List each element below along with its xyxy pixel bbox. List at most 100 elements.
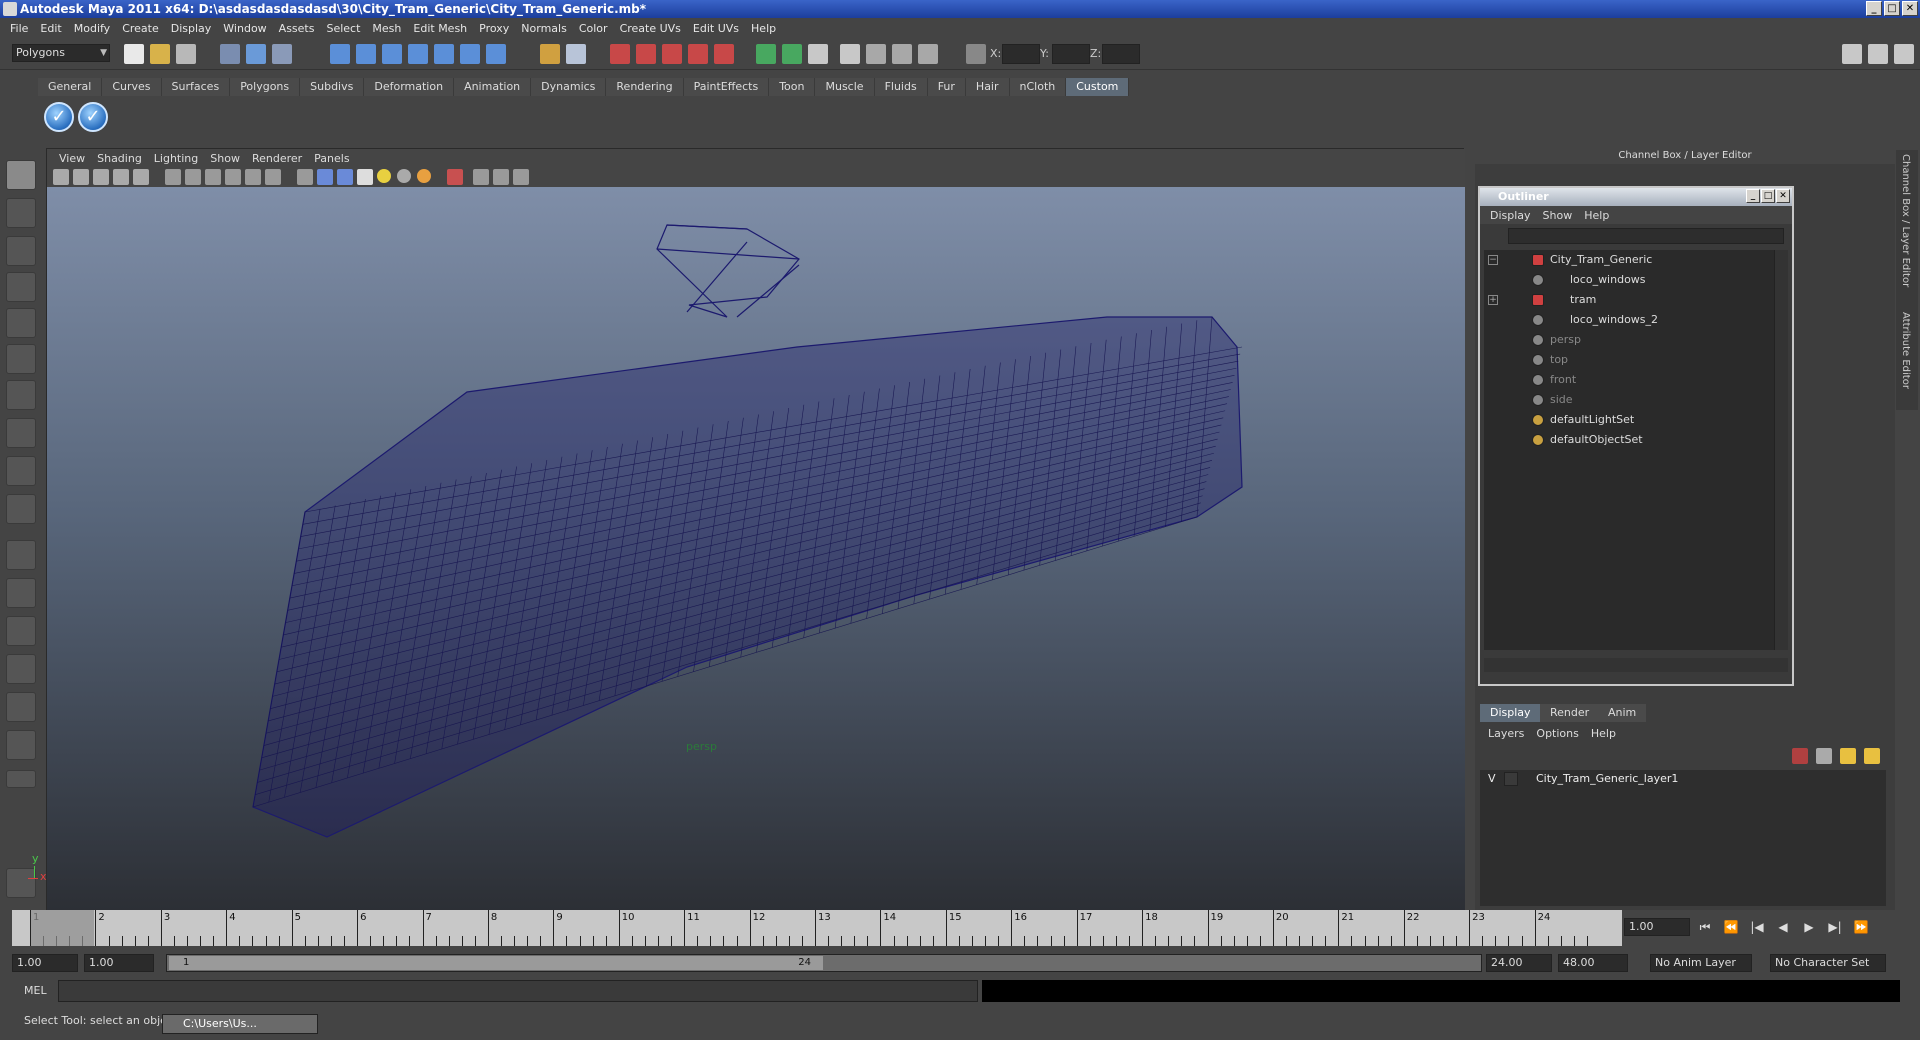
layer-stack-icon[interactable] xyxy=(1816,748,1832,764)
character-set-select[interactable]: No Character Set xyxy=(1770,954,1886,972)
menu-edit-uvs[interactable]: Edit UVs xyxy=(687,22,745,35)
outliner-item[interactable]: top xyxy=(1484,350,1774,370)
viewport-menu-shading[interactable]: Shading xyxy=(91,152,148,165)
bookmark-icon[interactable] xyxy=(93,169,109,185)
playback-start-field[interactable]: 1.00 xyxy=(84,954,154,972)
default-light-icon[interactable] xyxy=(377,169,391,183)
camera-select-icon[interactable] xyxy=(53,169,69,185)
open-scene-icon[interactable] xyxy=(150,44,170,64)
menu-create[interactable]: Create xyxy=(116,22,165,35)
camera-attr-icon[interactable] xyxy=(73,169,89,185)
shaded-cube-icon[interactable] xyxy=(317,169,333,185)
image-plane-icon[interactable] xyxy=(113,169,129,185)
tab-dynamics[interactable]: Dynamics xyxy=(531,78,607,96)
snap-surface-icon[interactable] xyxy=(434,44,454,64)
outliner-item[interactable]: front xyxy=(1484,370,1774,390)
mel-label[interactable]: MEL xyxy=(24,984,47,997)
add-to-layer-icon[interactable] xyxy=(1864,748,1880,764)
menu-normals[interactable]: Normals xyxy=(515,22,573,35)
outliner-layout-icon[interactable] xyxy=(6,616,36,646)
xray-icon[interactable] xyxy=(225,169,241,185)
tab-muscle[interactable]: Muscle xyxy=(815,78,875,96)
layer-row[interactable]: V City_Tram_Generic_layer1 xyxy=(1480,770,1886,788)
range-slider[interactable]: 1 24 xyxy=(166,954,1482,972)
share-icon[interactable] xyxy=(513,169,529,185)
lasso-tool-icon[interactable] xyxy=(6,198,36,228)
menu-assets[interactable]: Assets xyxy=(273,22,321,35)
camera-icon[interactable] xyxy=(840,44,860,64)
manipulator-tool-icon[interactable] xyxy=(6,380,36,410)
outliner-close-button[interactable]: ✕ xyxy=(1776,189,1790,203)
menu-proxy[interactable]: Proxy xyxy=(473,22,515,35)
outliner-item[interactable]: side xyxy=(1484,390,1774,410)
tab-attribute-editor[interactable]: Attribute Editor xyxy=(1900,312,1911,389)
wireframe-icon[interactable] xyxy=(165,169,181,185)
outliner-item[interactable]: loco_windows_2 xyxy=(1484,310,1774,330)
snap-curve-icon[interactable] xyxy=(356,44,376,64)
outliner-item[interactable]: − City_Tram_Generic xyxy=(1484,250,1774,270)
minimize-button[interactable]: _ xyxy=(1866,1,1882,16)
mel-input[interactable] xyxy=(58,980,978,1002)
maximize-button[interactable]: □ xyxy=(1884,1,1900,16)
tab-anim[interactable]: Anim xyxy=(1598,704,1647,722)
outliner-item[interactable]: loco_windows xyxy=(1484,270,1774,290)
tab-custom[interactable]: Custom xyxy=(1066,78,1130,96)
tool-settings-toggle-icon[interactable] xyxy=(1868,44,1888,64)
expand-icon[interactable]: + xyxy=(1488,295,1498,305)
menu-set-select[interactable]: Polygons ▼ xyxy=(12,44,110,62)
time-slider[interactable]: 123456789101112131415161718192021222324 xyxy=(12,910,1622,946)
wire-on-shaded-icon[interactable] xyxy=(205,169,221,185)
check-icon[interactable]: ✓ xyxy=(78,102,108,132)
outliner-item[interactable]: defaultObjectSet xyxy=(1484,430,1774,450)
render-icon[interactable] xyxy=(610,44,630,64)
tab-ncloth[interactable]: nCloth xyxy=(1009,78,1067,96)
end-time-field[interactable]: 48.00 xyxy=(1558,954,1628,972)
close-button[interactable]: ✕ xyxy=(1902,1,1918,16)
tab-animation[interactable]: Animation xyxy=(454,78,532,96)
menu-select[interactable]: Select xyxy=(320,22,366,35)
tab-surfaces[interactable]: Surfaces xyxy=(161,78,231,96)
tab-curves[interactable]: Curves xyxy=(102,78,162,96)
viewport-menu-panels[interactable]: Panels xyxy=(308,152,355,165)
display-mode-icon[interactable] xyxy=(866,44,886,64)
range-slider-handle[interactable]: 1 24 xyxy=(169,956,823,970)
outliner-menu-show[interactable]: Show xyxy=(1537,209,1579,222)
hypershade-icon[interactable] xyxy=(688,44,708,64)
smooth-shade-icon[interactable] xyxy=(185,169,201,185)
layer-visibility-toggle[interactable]: V xyxy=(1488,770,1496,788)
playback-end-field[interactable]: 24.00 xyxy=(1486,954,1552,972)
outliner-minimize-button[interactable]: _ xyxy=(1746,189,1760,203)
go-to-end-button[interactable]: ⏩ xyxy=(1850,918,1872,936)
snap-grid-icon[interactable] xyxy=(330,44,350,64)
outliner-menu-help[interactable]: Help xyxy=(1578,209,1615,222)
persp-graph-layout-icon[interactable] xyxy=(6,730,36,760)
current-time-marker[interactable] xyxy=(31,910,95,946)
rotate-tool-icon[interactable] xyxy=(6,308,36,338)
checker-icon[interactable] xyxy=(357,169,373,185)
move-tool-icon[interactable] xyxy=(6,272,36,302)
tab-rendering[interactable]: Rendering xyxy=(606,78,684,96)
output-ops-icon[interactable] xyxy=(782,44,802,64)
viewport-menu-show[interactable]: Show xyxy=(204,152,246,165)
last-tool-icon[interactable] xyxy=(6,456,36,486)
textured-cube-icon[interactable] xyxy=(337,169,353,185)
outliner-item[interactable]: defaultLightSet xyxy=(1484,410,1774,430)
play-backward-button[interactable]: ◀ xyxy=(1772,918,1794,936)
menu-window[interactable]: Window xyxy=(217,22,272,35)
tab-hair[interactable]: Hair xyxy=(965,78,1010,96)
select-object-icon[interactable] xyxy=(246,44,266,64)
menu-display[interactable]: Display xyxy=(165,22,218,35)
clipboard-icon[interactable] xyxy=(808,44,828,64)
create-layer-icon[interactable] xyxy=(1840,748,1856,764)
step-forward-frame-button[interactable]: ▶| xyxy=(1824,918,1846,936)
outliner-filter-input[interactable] xyxy=(1508,228,1784,244)
snap-point-icon[interactable] xyxy=(382,44,402,64)
menu-edit-mesh[interactable]: Edit Mesh xyxy=(407,22,473,35)
menu-edit[interactable]: Edit xyxy=(34,22,67,35)
tab-painteffects[interactable]: PaintEffects xyxy=(683,78,770,96)
text-icon[interactable] xyxy=(265,169,281,185)
graph-layout-icon[interactable] xyxy=(6,654,36,684)
select-hierarchy-icon[interactable] xyxy=(220,44,240,64)
shading-mode-icon[interactable] xyxy=(892,44,912,64)
layer-menu-help[interactable]: Help xyxy=(1585,727,1622,740)
